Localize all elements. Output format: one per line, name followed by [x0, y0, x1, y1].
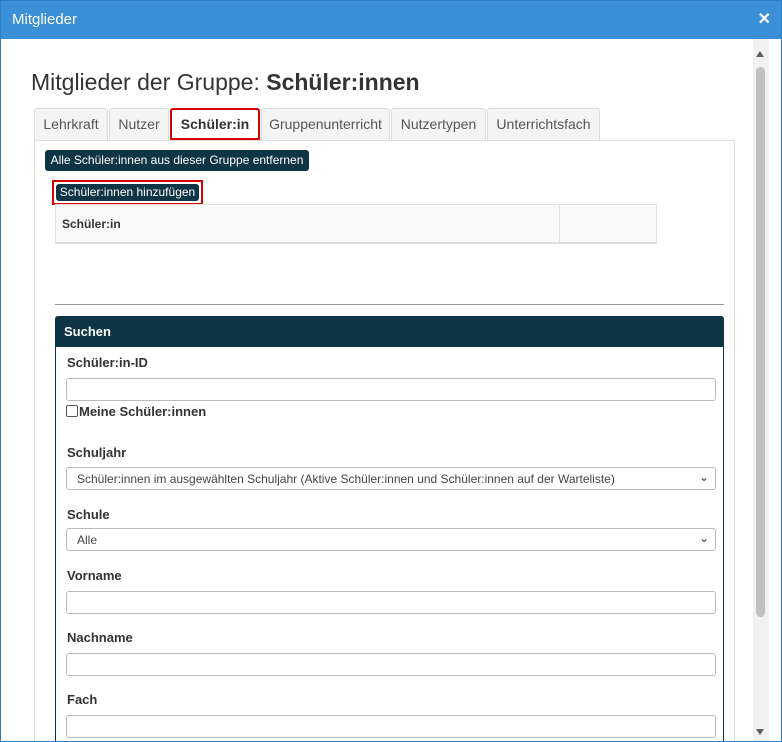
page-title-prefix: Mitglieder der Gruppe:	[31, 69, 267, 95]
tab-nutzer[interactable]: Nutzer	[109, 108, 169, 140]
school-select[interactable]: Alle ⌄	[66, 528, 716, 551]
tab-unterrichtsfach[interactable]: Unterrichtsfach	[487, 108, 600, 140]
school-year-value: Schüler:innen im ausgewählten Schuljahr …	[77, 472, 615, 486]
column-divider	[559, 205, 560, 243]
student-id-input[interactable]	[66, 378, 716, 401]
add-students-button[interactable]: Schüler:innen hinzufügen	[56, 184, 199, 201]
divider	[55, 304, 724, 305]
my-students-label: Meine Schüler:innen	[79, 404, 207, 419]
subject-input[interactable]	[66, 715, 716, 738]
members-table: Schüler:in	[55, 204, 657, 244]
scroll-thumb[interactable]	[756, 67, 765, 617]
page-title: Mitglieder der Gruppe: Schüler:innen	[31, 69, 420, 96]
scrollbar[interactable]	[753, 39, 769, 741]
school-value: Alle	[77, 533, 98, 547]
close-icon[interactable]: ✕	[758, 9, 771, 29]
last-name-input[interactable]	[66, 653, 716, 676]
dialog-content: Mitglieder der Gruppe: Schüler:innen Leh…	[1, 39, 753, 741]
school-year-select[interactable]: Schüler:innen im ausgewählten Schuljahr …	[66, 467, 716, 490]
scroll-down-icon[interactable]	[756, 729, 764, 735]
last-name-label: Nachname	[67, 630, 133, 645]
tab-schueler-in[interactable]: Schüler:in	[170, 108, 260, 140]
column-header-schueler-in: Schüler:in	[62, 217, 121, 231]
first-name-input[interactable]	[66, 591, 716, 614]
members-dialog: Mitglieder ✕ Mitglieder der Gruppe: Schü…	[0, 0, 782, 742]
search-header: Suchen	[56, 317, 723, 347]
dialog-title: Mitglieder	[12, 11, 78, 28]
subject-label: Fach	[67, 692, 98, 707]
tab-lehrkraft[interactable]: Lehrkraft	[34, 108, 108, 140]
tab-nutzertypen[interactable]: Nutzertypen	[391, 108, 486, 140]
search-panel: Suchen Schüler:in-ID Meine Schüler:innen…	[55, 316, 724, 741]
first-name-label: Vorname	[67, 568, 122, 583]
school-label: Schule	[67, 507, 110, 522]
chevron-down-icon: ⌄	[698, 470, 709, 484]
my-students-checkbox[interactable]	[66, 405, 78, 417]
chevron-down-icon: ⌄	[698, 531, 709, 545]
student-id-label: Schüler:in-ID	[67, 355, 148, 370]
tab-gruppenunterricht[interactable]: Gruppenunterricht	[261, 108, 390, 140]
school-year-label: Schuljahr	[67, 445, 127, 460]
remove-all-students-button[interactable]: Alle Schüler:innen aus dieser Gruppe ent…	[45, 150, 309, 171]
add-students-highlight: Schüler:innen hinzufügen	[52, 180, 203, 205]
dialog-titlebar: Mitglieder ✕	[1, 1, 781, 39]
group-name: Schüler:innen	[266, 69, 420, 95]
scroll-up-icon[interactable]	[756, 51, 764, 57]
